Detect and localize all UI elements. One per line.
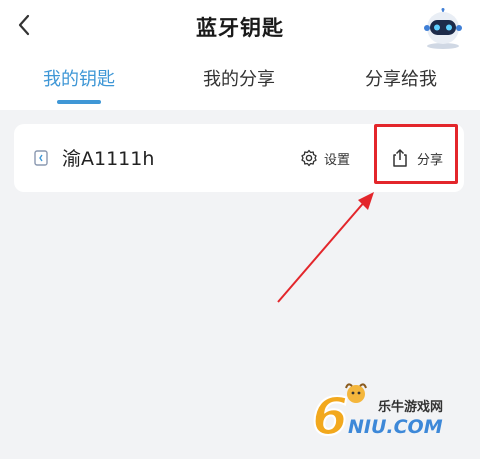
gear-icon (301, 149, 317, 167)
settings-button[interactable]: 设置 (300, 147, 350, 169)
tab-bar: 我的钥匙 我的分享 分享给我 (0, 52, 480, 110)
share-highlight-box (374, 124, 458, 184)
tab-my-keys[interactable]: 我的钥匙 (9, 65, 149, 91)
bluetooth-key-icon (34, 150, 48, 166)
tab-shared-to-me[interactable]: 分享给我 (331, 65, 471, 91)
license-plate: 渝A1111h (62, 148, 155, 170)
site-watermark: 6 乐牛游戏网 NIU.COM (312, 382, 472, 444)
settings-label: 设置 (324, 152, 351, 168)
robot-assistant-icon (424, 8, 462, 49)
active-tab-indicator (57, 100, 101, 104)
top-bar: 蓝牙钥匙 (0, 0, 480, 52)
watermark-digit: 6 (312, 387, 348, 444)
watermark-en: NIU.COM (348, 416, 443, 438)
assistant-avatar[interactable] (418, 8, 468, 50)
watermark-cn: 乐牛游戏网 (378, 400, 444, 415)
page-title: 蓝牙钥匙 (196, 16, 284, 40)
tab-my-shares[interactable]: 我的分享 (169, 65, 309, 91)
